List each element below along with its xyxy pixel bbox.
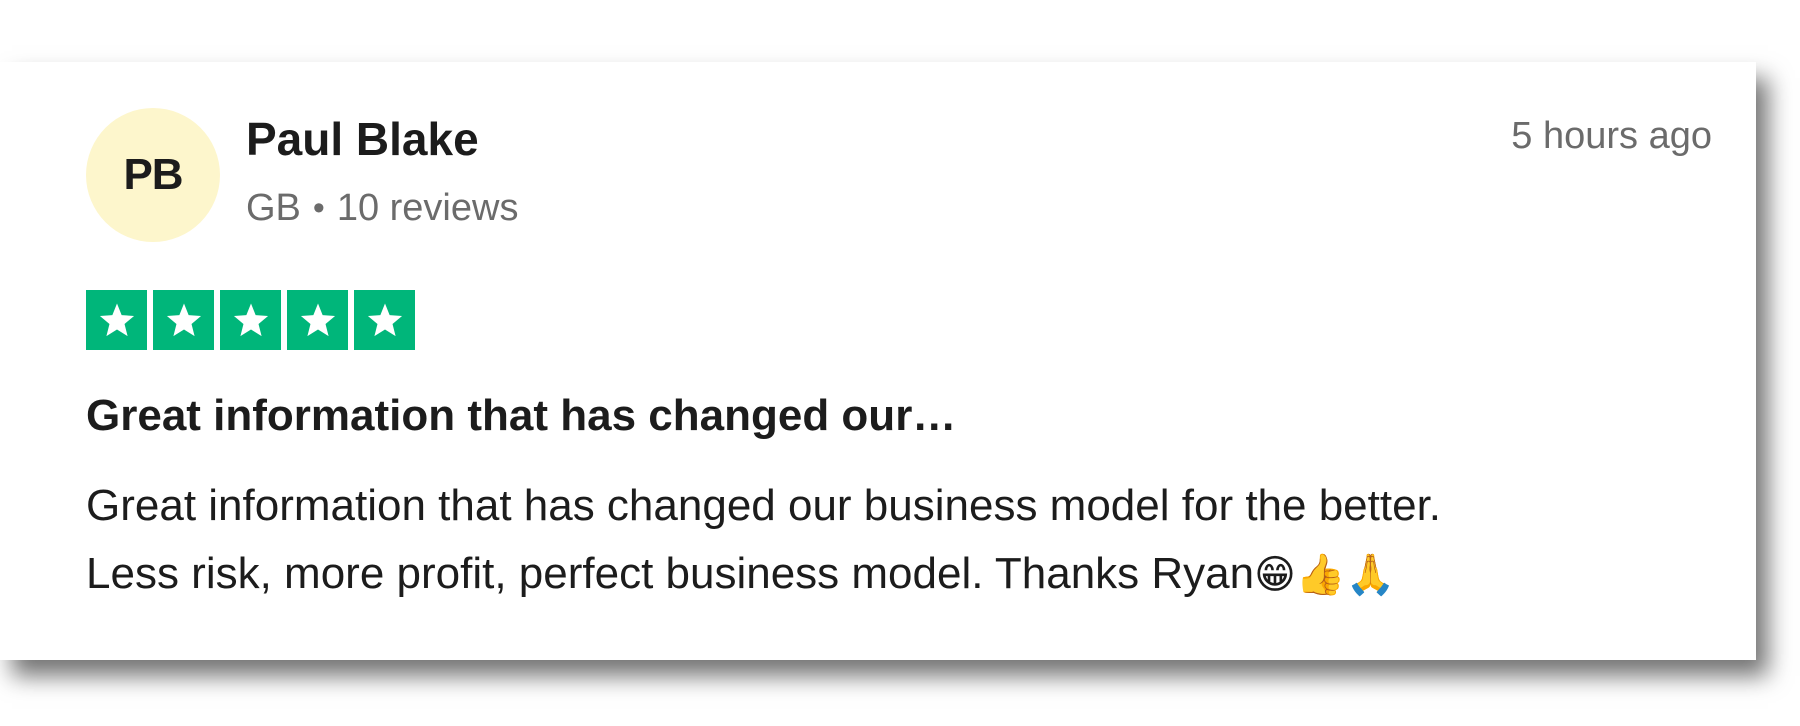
star-icon xyxy=(354,290,415,350)
reviewer-country: GB xyxy=(246,187,301,229)
review-body-text: Less risk, more profit, perfect business… xyxy=(86,549,1255,598)
review-title[interactable]: Great information that has changed our… xyxy=(86,390,956,443)
reviewer-review-count: 10 reviews xyxy=(336,187,519,229)
review-body: Great information that has changed our b… xyxy=(86,472,1706,609)
reviewer-meta: GB • 10 reviews xyxy=(246,186,518,232)
review-body-line: Great information that has changed our b… xyxy=(86,481,1442,530)
star-icon xyxy=(86,290,147,350)
avatar[interactable]: PB xyxy=(86,108,220,242)
star-rating xyxy=(86,290,415,350)
star-icon xyxy=(220,290,281,350)
star-icon xyxy=(287,290,348,350)
review-card: PB Paul Blake GB • 10 reviews 5 hours ag… xyxy=(0,62,1756,660)
review-timestamp: 5 hours ago xyxy=(1511,115,1712,157)
review-body-line: Less risk, more profit, perfect business… xyxy=(86,540,1706,609)
reviewer-name[interactable]: Paul Blake xyxy=(246,112,479,167)
star-icon xyxy=(153,290,214,350)
meta-separator: • xyxy=(312,189,325,228)
emoji-icons: 😁👍🙏 xyxy=(1254,553,1396,597)
